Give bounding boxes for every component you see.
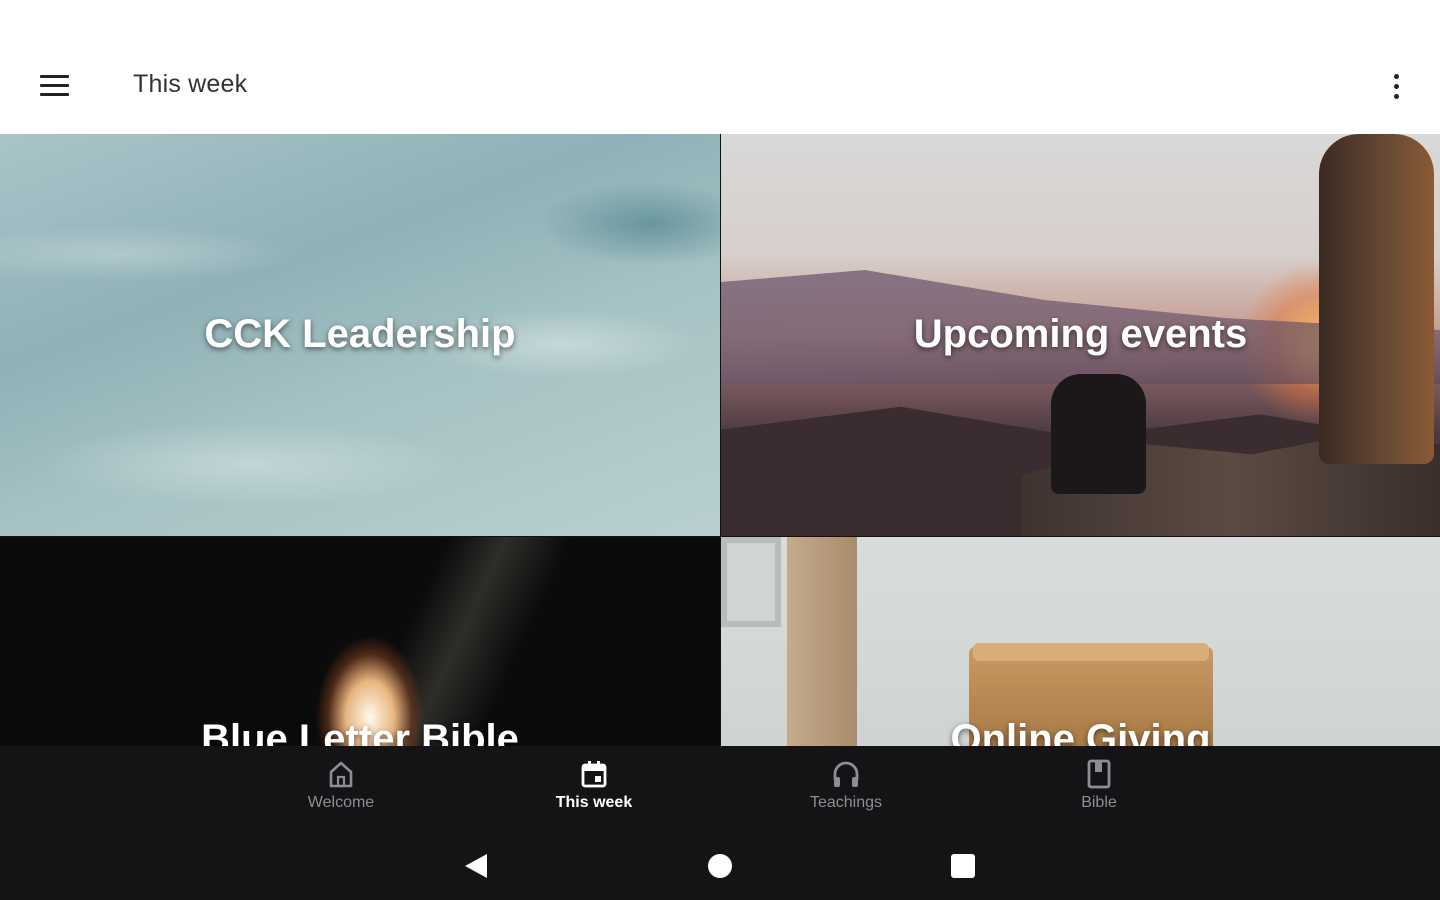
content-tiles-grid: CCK Leadership Upcoming events Blue Lett… (0, 134, 1440, 746)
giving-image-frame (721, 537, 781, 627)
tile-online-giving[interactable]: Online Giving (721, 537, 1440, 746)
back-icon[interactable] (460, 850, 492, 882)
nav-item-label: Teachings (809, 794, 883, 811)
headphones-icon (833, 761, 859, 787)
nav-item-this-week[interactable]: This week (514, 746, 674, 830)
book-icon (1087, 759, 1111, 789)
calendar-icon (581, 761, 607, 788)
menu-icon[interactable] (26, 64, 82, 106)
nav-item-label: Welcome (307, 794, 375, 811)
tile-upcoming-events[interactable]: Upcoming events (721, 134, 1440, 536)
nav-item-welcome[interactable]: Welcome (261, 746, 421, 830)
top-app-bar: This week (0, 50, 1440, 134)
tile-label: Upcoming events (913, 312, 1248, 356)
recents-icon[interactable] (947, 850, 979, 882)
system-navigation-bar (0, 830, 1440, 900)
giving-image-door (787, 537, 857, 746)
status-bar (0, 0, 1440, 50)
app-screen: This week CCK Leadership Upcoming events… (0, 0, 1440, 900)
sunset-image-person (1319, 134, 1434, 464)
tile-blue-letter-bible[interactable]: Blue Letter Bible (0, 537, 720, 746)
tile-cck-leadership[interactable]: CCK Leadership (0, 134, 720, 536)
nav-item-label: This week (555, 794, 633, 811)
nav-item-label: Bible (1081, 794, 1117, 811)
home-button-icon[interactable] (704, 850, 736, 882)
tile-label: Blue Letter Bible (201, 717, 519, 746)
home-icon (329, 761, 353, 788)
giving-image-box-lid (973, 643, 1209, 661)
bottom-navigation: Welcome This week Teachings Bible (0, 746, 1440, 830)
nav-item-teachings[interactable]: Teachings (766, 746, 926, 830)
page-title: This week (133, 70, 248, 98)
tile-label: Online Giving (950, 717, 1211, 746)
tile-label: CCK Leadership (204, 312, 516, 356)
sunset-image-person (1051, 374, 1146, 494)
more-options-icon[interactable] (1378, 66, 1414, 106)
nav-item-bible[interactable]: Bible (1019, 746, 1179, 830)
